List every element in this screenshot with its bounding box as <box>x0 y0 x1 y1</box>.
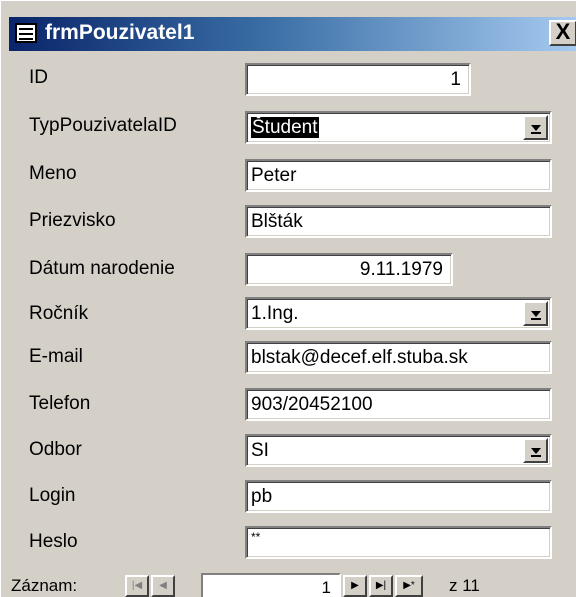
form-window: frmPouzivatel1 X ID 1 TypPouzivatelaID Š… <box>0 0 576 597</box>
rocnik-value: 1.Ing. <box>251 303 299 324</box>
datum-narodenie-field[interactable]: 9.11.1979 <box>245 253 453 286</box>
email-field[interactable]: blstak@decef.elf.stuba.sk <box>245 341 552 374</box>
field-label-meno: Meno <box>29 163 77 184</box>
last-record-icon[interactable]: ▶| <box>369 575 393 597</box>
chevron-down-icon <box>531 448 541 454</box>
form-icon <box>15 23 37 43</box>
chevron-down-icon <box>531 125 541 131</box>
odbor-combo[interactable]: SI <box>245 434 552 467</box>
record-of-label: z <box>449 576 458 595</box>
field-label-login: Login <box>29 485 76 506</box>
field-row-email: E-mail blstak@decef.elf.stuba.sk <box>1 340 576 374</box>
field-label-odbor: Odbor <box>29 439 82 460</box>
new-record-icon[interactable]: ▶* <box>395 575 423 597</box>
field-row-telefon: Telefon 903/20452100 <box>1 387 576 421</box>
field-row-heslo: Heslo ** <box>1 525 576 559</box>
odbor-dropdown-button[interactable] <box>523 438 548 463</box>
field-label-datum: Dátum narodenie <box>29 258 175 279</box>
meno-field[interactable]: Peter <box>245 159 552 192</box>
close-button[interactable]: X <box>549 20 576 46</box>
record-total: 11 <box>462 576 480 595</box>
field-label-heslo: Heslo <box>29 531 78 552</box>
previous-record-icon[interactable]: ◀ <box>151 575 175 597</box>
heslo-field[interactable]: ** <box>245 526 552 559</box>
id-field[interactable]: 1 <box>245 63 471 96</box>
record-count: z 11 <box>449 576 480 596</box>
odbor-value: SI <box>251 440 269 461</box>
current-record-field[interactable]: 1 <box>201 573 341 597</box>
field-row-datum: Dátum narodenie 9.11.1979 <box>1 252 576 286</box>
field-label-id: ID <box>29 67 48 88</box>
window-title: frmPouzivatel1 <box>45 21 195 44</box>
field-row-login: Login pb <box>1 479 576 513</box>
field-row-meno: Meno Peter <box>1 157 576 192</box>
field-label-rocnik: Ročník <box>29 303 89 324</box>
record-navigator: Záznam: |◀ ◀ 1 ▶ ▶| ▶* z 11 <box>1 573 576 597</box>
field-label-email: E-mail <box>29 346 83 367</box>
field-row-priezvisko: Priezvisko Blšták <box>1 204 576 238</box>
telefon-field[interactable]: 903/20452100 <box>245 388 552 421</box>
rocnik-combo[interactable]: 1.Ing. <box>245 297 552 330</box>
field-row-id: ID 1 <box>1 61 576 96</box>
priezvisko-field[interactable]: Blšták <box>245 205 552 238</box>
record-label: Záznam: <box>11 576 78 595</box>
typ-pouzivatela-dropdown-button[interactable] <box>523 115 548 140</box>
chevron-down-icon <box>531 311 541 317</box>
next-record-icon[interactable]: ▶ <box>343 575 367 597</box>
field-label-priezvisko: Priezvisko <box>29 210 116 231</box>
first-record-icon[interactable]: |◀ <box>125 575 149 597</box>
login-field[interactable]: pb <box>245 480 552 513</box>
typ-pouzivatela-combo[interactable]: Študent <box>245 111 552 144</box>
field-row-typ: TypPouzivatelaID Študent <box>1 109 576 144</box>
field-label-telefon: Telefon <box>29 393 91 414</box>
field-row-odbor: Odbor SI <box>1 433 576 467</box>
rocnik-dropdown-button[interactable] <box>523 301 548 326</box>
title-bar[interactable]: frmPouzivatel1 X <box>9 17 576 51</box>
field-label-typ: TypPouzivatelaID <box>29 115 177 136</box>
typ-pouzivatela-value: Študent <box>251 117 319 138</box>
field-row-rocnik: Ročník 1.Ing. <box>1 297 576 331</box>
